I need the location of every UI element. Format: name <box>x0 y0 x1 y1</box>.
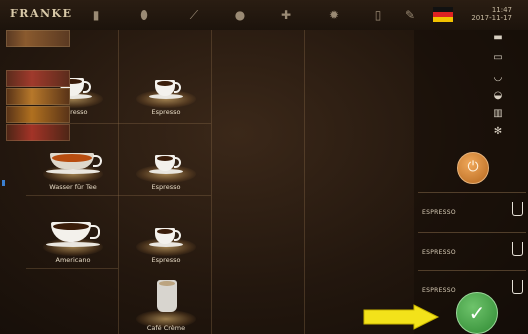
product-label: Americano <box>55 256 91 264</box>
puzzle-icon[interactable]: ✚ <box>278 8 294 22</box>
cup-icon <box>512 242 523 256</box>
brand-logo: FRANKE <box>10 7 73 20</box>
size-strip <box>6 124 70 141</box>
side-marker <box>2 180 5 186</box>
cup-icon <box>512 280 523 294</box>
product-label: Espresso <box>151 256 181 264</box>
snowflake-icon[interactable]: ✻ <box>478 124 518 139</box>
dispense-start-icon[interactable]: ⏻ <box>457 152 489 184</box>
coffee-machine-screen: FRANKE ▮ ⬮ ⟋ ● ✚ ✹ ▯ ✎ 11:47 2017-11-17 … <box>0 0 528 334</box>
product-label: Café Crème <box>146 324 186 332</box>
size-strip <box>6 106 70 123</box>
queue-item[interactable]: ESPRESSO <box>418 232 526 273</box>
queue-item[interactable]: ESPRESSO <box>418 192 526 233</box>
product-tile-americano[interactable]: Americano <box>28 198 118 270</box>
product-label: Wasser für Tee <box>49 183 97 191</box>
drop-icon[interactable]: ● <box>232 8 248 22</box>
product-tile-espresso[interactable]: Espresso <box>121 50 211 122</box>
language-flag[interactable] <box>433 7 453 22</box>
queue-item-label: ESPRESSO <box>422 249 456 256</box>
product-label: Espresso <box>151 183 181 191</box>
bean-level-strip <box>6 30 70 47</box>
cup-size-small-icon[interactable]: ▬ <box>478 30 518 45</box>
top-bar: FRANKE ▮ ⬮ ⟋ ● ✚ ✹ ▯ ✎ 11:47 2017-11-17 <box>0 0 528 30</box>
queue-item-label: ESPRESSO <box>422 287 456 294</box>
clock-time: 11:47 <box>491 6 512 14</box>
double-cup-icon[interactable]: ▥ <box>478 106 518 121</box>
brush-icon[interactable]: ⟋ <box>186 8 202 22</box>
mug-icon[interactable]: ◒ <box>478 88 518 103</box>
product-grid: Espresso Espresso Wasser für Tee Espress… <box>26 30 396 334</box>
clock-display: 11:47 2017-11-17 <box>466 6 512 22</box>
size-strip <box>6 70 70 87</box>
product-tile-cafe-creme[interactable]: Café Crème <box>121 266 211 334</box>
cup-size-large-icon[interactable]: ◡ <box>478 70 518 85</box>
wrench-icon[interactable]: ✎ <box>402 8 418 22</box>
cup-icon <box>512 202 523 216</box>
product-tile-espresso[interactable]: Espresso <box>121 125 211 197</box>
gear-icon[interactable]: ✹ <box>326 8 342 22</box>
queue-item-label: ESPRESSO <box>422 209 456 216</box>
document-icon[interactable]: ▯ <box>370 8 386 22</box>
cup-size-medium-icon[interactable]: ▭ <box>478 50 518 65</box>
bean-icon[interactable]: ⬮ <box>136 8 152 22</box>
clock-date: 2017-11-17 <box>471 14 512 22</box>
size-strip <box>6 88 70 105</box>
product-label: Espresso <box>151 108 181 116</box>
cup-icon[interactable]: ▮ <box>88 8 104 22</box>
pointer-arrow-icon <box>363 304 440 330</box>
product-tile-espresso[interactable]: Espresso <box>121 198 211 270</box>
confirm-checkmark-button[interactable]: ✓ <box>456 292 498 334</box>
